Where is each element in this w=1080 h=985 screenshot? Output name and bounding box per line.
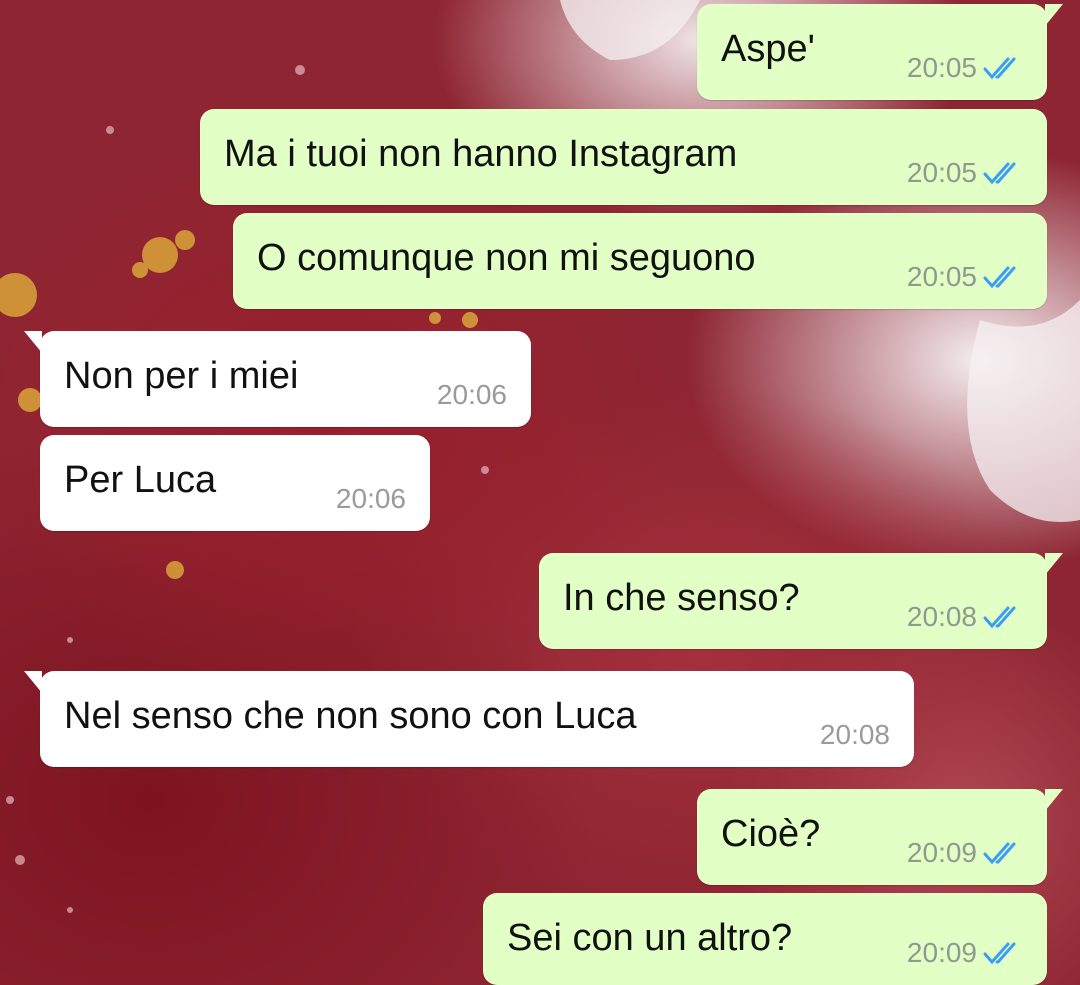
message-time: 20:09 bbox=[906, 837, 977, 868]
message-time: 20:05 bbox=[906, 52, 977, 83]
message-time: 20:06 bbox=[436, 379, 507, 410]
message-time: 20:08 bbox=[819, 719, 890, 750]
incoming-message[interactable]: Per Luca 20:06 bbox=[40, 435, 430, 531]
message-time: 20:05 bbox=[906, 157, 977, 188]
message-text: Nel senso che non sono con Luca bbox=[64, 695, 637, 737]
double-check-read-icon bbox=[983, 842, 1016, 865]
message-time: 20:05 bbox=[906, 261, 977, 292]
message-text: Cioè? bbox=[721, 813, 821, 855]
bubble-tail bbox=[24, 331, 42, 353]
message-text: Aspe' bbox=[721, 28, 815, 70]
outgoing-message[interactable]: Aspe' 20:05 bbox=[697, 4, 1063, 100]
message-text: Sei con un altro? bbox=[507, 917, 793, 959]
message-meta: 20:05 bbox=[907, 157, 1025, 189]
outgoing-message[interactable]: Ma i tuoi non hanno Instagram 20:05 bbox=[200, 109, 1047, 205]
double-check-read-icon bbox=[983, 942, 1016, 965]
message-text: Per Luca bbox=[64, 459, 217, 501]
bubble-tail bbox=[24, 671, 42, 693]
message-meta: 20:08 bbox=[820, 719, 890, 751]
message-text: In che senso? bbox=[563, 577, 800, 619]
message-text: Non per i miei bbox=[64, 355, 299, 397]
message-meta: 20:05 bbox=[907, 52, 1025, 84]
message-time: 20:06 bbox=[335, 483, 406, 514]
message-meta: 20:05 bbox=[907, 261, 1025, 293]
message-meta: 20:08 bbox=[907, 601, 1025, 633]
double-check-read-icon bbox=[983, 606, 1016, 629]
message-meta: 20:09 bbox=[907, 937, 1025, 969]
bubble-tail bbox=[1045, 789, 1063, 811]
message-time: 20:09 bbox=[906, 937, 977, 968]
message-time: 20:08 bbox=[906, 601, 977, 632]
bubble-tail bbox=[1045, 553, 1063, 575]
incoming-message[interactable]: Nel senso che non sono con Luca 20:08 bbox=[24, 671, 914, 767]
double-check-read-icon bbox=[983, 266, 1016, 289]
message-text: O comunque non mi seguono bbox=[257, 237, 756, 279]
chat-message-list[interactable]: Aspe' 20:05 Ma i tuoi non hanno Instagra… bbox=[0, 0, 1080, 985]
incoming-message[interactable]: Non per i miei 20:06 bbox=[24, 331, 531, 427]
double-check-read-icon bbox=[983, 162, 1016, 185]
outgoing-message[interactable]: Sei con un altro? 20:09 bbox=[483, 893, 1047, 985]
outgoing-message[interactable]: Cioè? 20:09 bbox=[697, 789, 1063, 885]
message-meta: 20:06 bbox=[437, 379, 507, 411]
double-check-read-icon bbox=[983, 57, 1016, 80]
bubble-tail bbox=[1045, 4, 1063, 26]
message-text: Ma i tuoi non hanno Instagram bbox=[224, 133, 738, 175]
outgoing-message[interactable]: In che senso? 20:08 bbox=[539, 553, 1063, 649]
outgoing-message[interactable]: O comunque non mi seguono 20:05 bbox=[233, 213, 1047, 309]
message-meta: 20:09 bbox=[907, 837, 1025, 869]
message-meta: 20:06 bbox=[336, 483, 406, 515]
